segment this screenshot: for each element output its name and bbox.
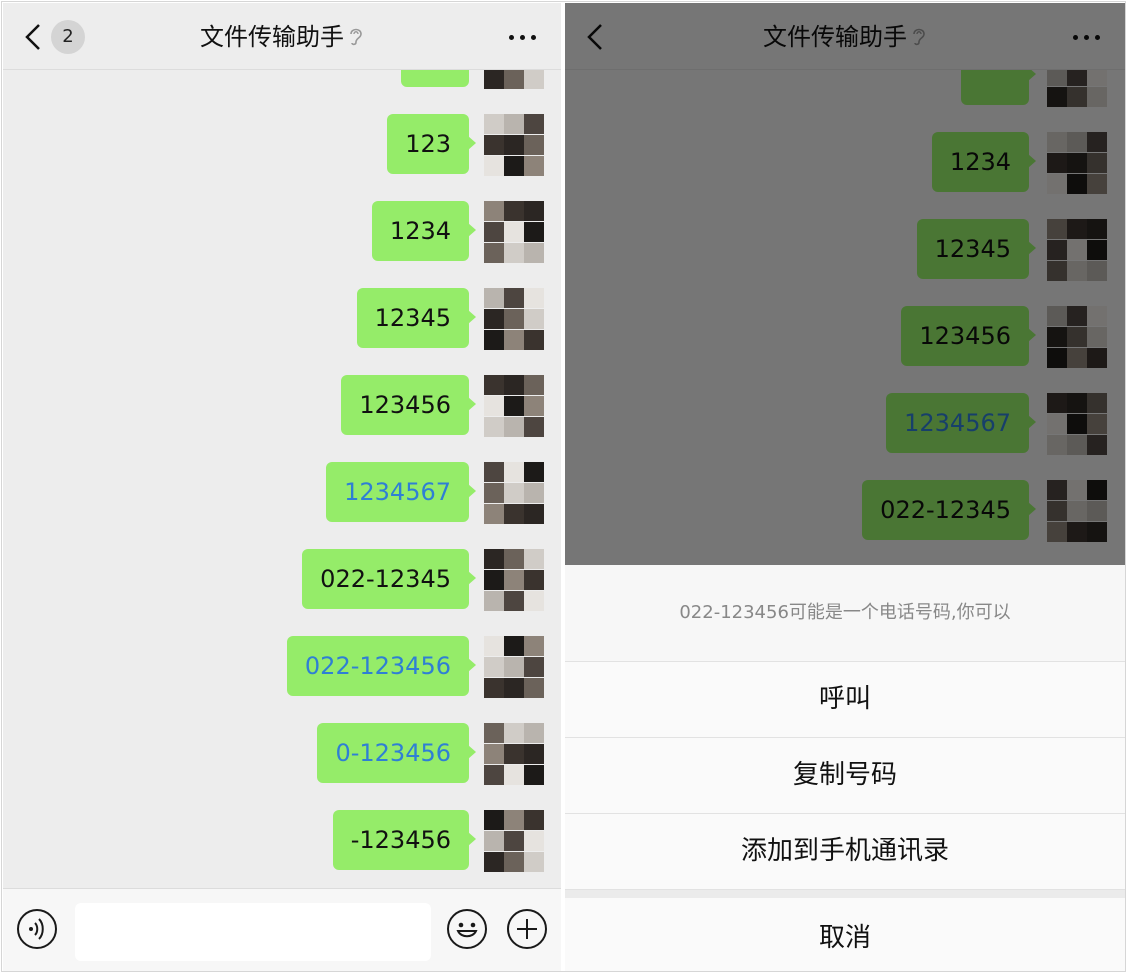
- more-icon: [509, 35, 514, 40]
- cancel-button[interactable]: 取消: [565, 898, 1125, 971]
- message-row: -123456: [3, 810, 561, 872]
- emoji-button[interactable]: [447, 909, 487, 949]
- action-sheet-message: 022-123456可能是一个电话号码,你可以: [565, 565, 1125, 662]
- avatar[interactable]: [484, 375, 544, 437]
- avatar[interactable]: [484, 201, 544, 263]
- message-list: 123 1234 12345 123456 1234567 022-12345 022-12…: [3, 3, 561, 971]
- message-bubble[interactable]: 0-123456: [317, 723, 476, 783]
- avatar[interactable]: [484, 462, 544, 524]
- chat-header: 2 文件传输助手: [3, 3, 561, 70]
- message-row: 123: [3, 114, 561, 176]
- message-row: 12345: [3, 288, 561, 350]
- chat-title-text: 文件传输助手: [200, 23, 344, 51]
- call-button[interactable]: 呼叫: [565, 662, 1125, 738]
- add-contact-button[interactable]: 添加到手机通讯录: [565, 814, 1125, 890]
- avatar[interactable]: [484, 810, 544, 872]
- copy-number-button[interactable]: 复制号码: [565, 738, 1125, 814]
- chat-title: 文件传输助手: [3, 20, 561, 54]
- message-row: 1234: [3, 201, 561, 263]
- emoji-icon: [456, 922, 478, 938]
- message-bubble[interactable]: -123456: [332, 810, 477, 870]
- avatar[interactable]: [484, 288, 544, 350]
- message-bubble[interactable]: 022-123456: [286, 636, 477, 696]
- message-bubble[interactable]: 1234: [371, 201, 477, 261]
- divider: [565, 890, 1125, 898]
- avatar[interactable]: [484, 636, 544, 698]
- avatar[interactable]: [484, 549, 544, 611]
- dim-overlay[interactable]: [565, 3, 1125, 565]
- avatar[interactable]: [484, 723, 544, 785]
- chat-screen-left: 2 文件传输助手 123 1234 12345 123456 1234567 022-12…: [3, 3, 561, 971]
- input-bar: [3, 888, 561, 971]
- plus-button[interactable]: [507, 909, 547, 949]
- plus-icon: [517, 919, 537, 939]
- message-bubble[interactable]: 1234567: [326, 462, 476, 522]
- message-bubble[interactable]: 12345: [356, 288, 477, 348]
- message-bubble[interactable]: 123: [387, 114, 476, 174]
- action-sheet: 022-123456可能是一个电话号码,你可以 呼叫 复制号码 添加到手机通讯录…: [565, 565, 1125, 971]
- chat-screen-right: 文件传输助手 1234123451234561234567022-1234502…: [565, 3, 1125, 971]
- message-row: 022-12345: [3, 549, 561, 611]
- message-row: 0-123456: [3, 723, 561, 785]
- voice-button[interactable]: [17, 909, 57, 949]
- message-row: 123456: [3, 375, 561, 437]
- message-row: 1234567: [3, 462, 561, 524]
- message-row: 022-123456: [3, 636, 561, 698]
- ear-icon: [350, 28, 362, 46]
- message-bubble[interactable]: 123456: [341, 375, 476, 435]
- message-input[interactable]: [75, 903, 431, 961]
- avatar[interactable]: [484, 114, 544, 176]
- more-button[interactable]: [507, 27, 539, 47]
- message-bubble[interactable]: 022-12345: [302, 549, 476, 609]
- voice-icon: [29, 918, 44, 940]
